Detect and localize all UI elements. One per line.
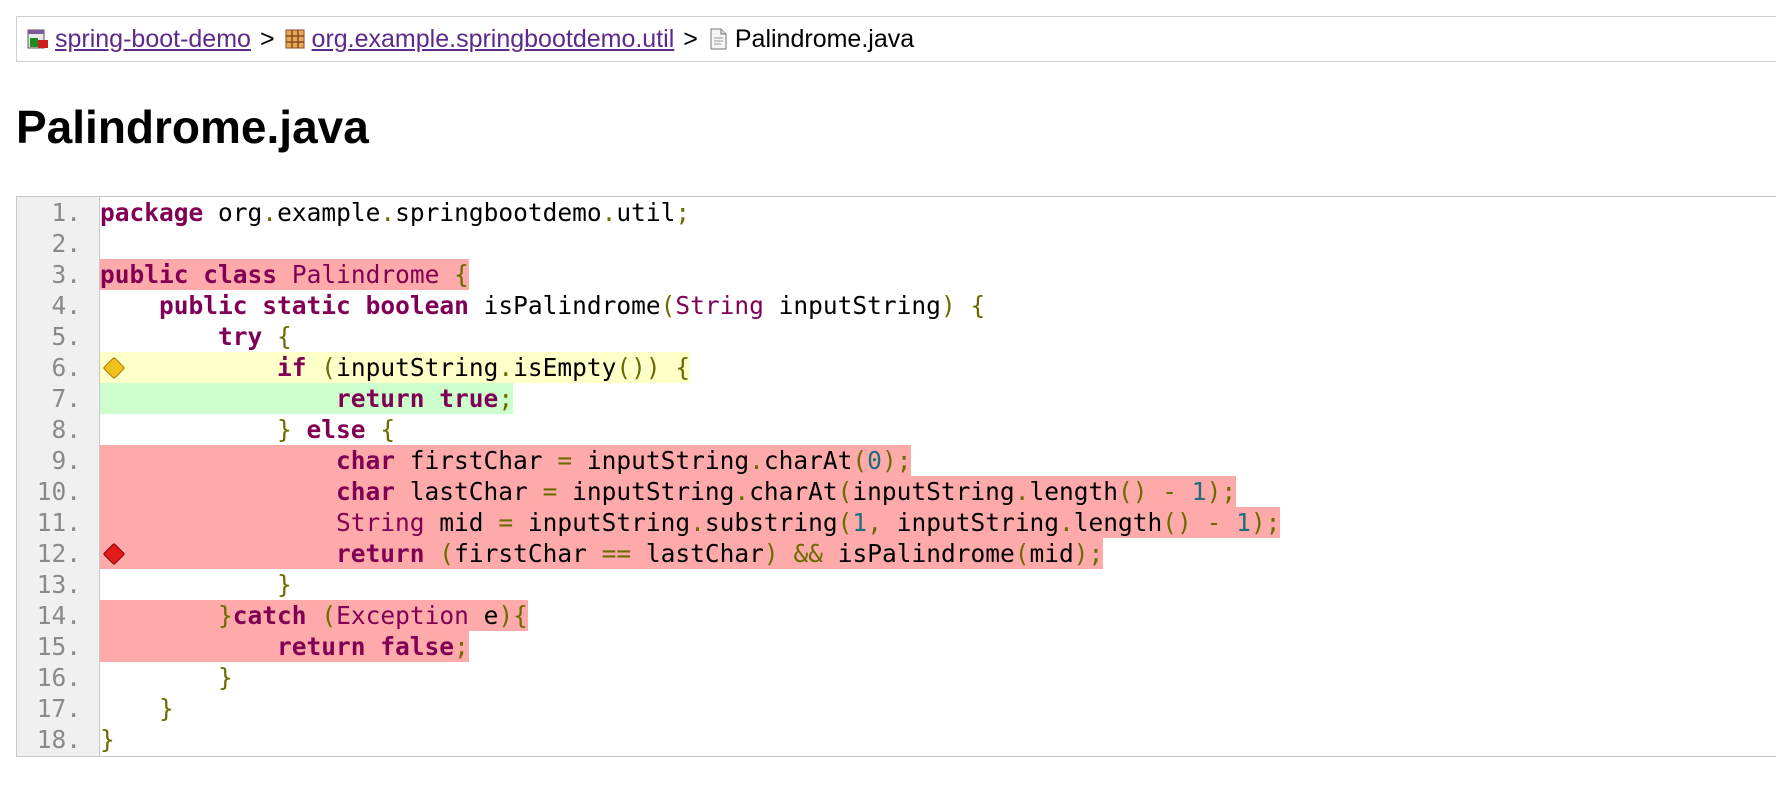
code-line: 11. String mid = inputString.substring(1… xyxy=(17,507,1776,538)
line-number: 8. xyxy=(51,415,81,444)
code-line: 17. } xyxy=(17,693,1776,724)
code-line: 1. package org.example.springbootdemo.uti… xyxy=(17,197,1776,228)
code-text: } xyxy=(218,663,233,692)
code-text: } xyxy=(159,694,174,723)
package-icon xyxy=(284,28,306,50)
line-number: 11. xyxy=(36,508,81,537)
code-line: 6. if (inputString.isEmpty()) { xyxy=(17,352,1776,383)
project-icon xyxy=(27,28,49,50)
source-code-view: 1. package org.example.springbootdemo.uti… xyxy=(16,196,1776,757)
line-number: 12. xyxy=(36,539,81,568)
breadcrumb-file: Palindrome.java xyxy=(707,25,914,54)
breadcrumb-file-label: Palindrome.java xyxy=(734,24,915,53)
code-text: String mid = inputString.substring(1, in… xyxy=(100,507,1281,538)
line-number: 2. xyxy=(51,229,81,258)
code-text: return (firstChar == lastChar) && isPali… xyxy=(100,538,1104,569)
code-text: } xyxy=(277,570,292,599)
code-text: package org.example.springbootdemo.util; xyxy=(100,198,691,227)
line-number: 5. xyxy=(51,322,81,351)
code-text: }catch (Exception e){ xyxy=(100,600,528,631)
code-text: return true; xyxy=(100,383,514,414)
code-text: char lastChar = inputString.charAt(input… xyxy=(100,476,1237,507)
line-number: 9. xyxy=(51,446,81,475)
code-line: 8. } else { xyxy=(17,414,1776,445)
code-line: 7. return true; xyxy=(17,383,1776,414)
code-line: 5. try { xyxy=(17,321,1776,352)
code-lines: 1. package org.example.springbootdemo.uti… xyxy=(17,197,1776,755)
breadcrumb-project[interactable]: spring-boot-demo xyxy=(27,25,251,54)
breadcrumb-separator: > xyxy=(683,24,698,53)
code-line: 18.} xyxy=(17,724,1776,755)
line-number: 6. xyxy=(51,353,81,382)
code-line: 12. return (firstChar == lastChar) && is… xyxy=(17,538,1776,569)
line-number: 15. xyxy=(36,632,81,661)
code-text: } else { xyxy=(277,415,396,444)
code-line: 10. char lastChar = inputString.charAt(i… xyxy=(17,476,1776,507)
line-number: 10. xyxy=(36,477,81,506)
line-number: 17. xyxy=(36,694,81,723)
line-number: 16. xyxy=(36,663,81,692)
code-line: 15. return false; xyxy=(17,631,1776,662)
code-line: 13. } xyxy=(17,569,1776,600)
code-line: 4. public static boolean isPalindrome(St… xyxy=(17,290,1776,321)
code-text: if (inputString.isEmpty()) { xyxy=(100,352,691,383)
line-number: 1. xyxy=(51,198,81,227)
breadcrumb-package-link[interactable]: org.example.springbootdemo.util xyxy=(312,25,675,54)
line-number: 7. xyxy=(51,384,81,413)
page-title: Palindrome.java xyxy=(16,101,369,153)
breadcrumb-package[interactable]: org.example.springbootdemo.util xyxy=(284,25,675,54)
line-number: 3. xyxy=(51,260,81,289)
code-line: 2. xyxy=(17,228,1776,259)
line-number: 13. xyxy=(36,570,81,599)
breadcrumb-project-link[interactable]: spring-boot-demo xyxy=(55,25,251,54)
line-number: 4. xyxy=(51,291,81,320)
code-text: public static boolean isPalindrome(Strin… xyxy=(159,291,986,320)
code-text: return false; xyxy=(100,631,469,662)
code-text: char firstChar = inputString.charAt(0); xyxy=(100,445,912,476)
code-line: 14. }catch (Exception e){ xyxy=(17,600,1776,631)
breadcrumb: spring-boot-demo > org.example.springboo… xyxy=(16,16,1776,62)
line-number: 14. xyxy=(36,601,81,630)
breadcrumb-separator: > xyxy=(259,24,275,53)
code-line: 9. char firstChar = inputString.charAt(0… xyxy=(17,445,1776,476)
code-text: } xyxy=(100,725,115,754)
java-file-icon xyxy=(707,28,729,50)
line-number: 18. xyxy=(36,725,81,754)
code-text: try { xyxy=(218,322,292,351)
code-text: public class Palindrome { xyxy=(100,259,469,290)
code-line: 3. public class Palindrome { xyxy=(17,259,1776,290)
code-line: 16. } xyxy=(17,662,1776,693)
